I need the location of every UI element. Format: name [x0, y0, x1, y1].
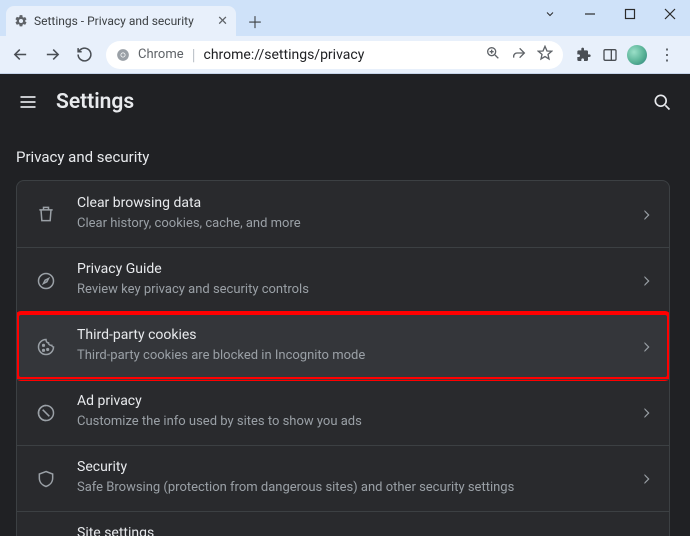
side-panel-icon[interactable] [601, 46, 619, 64]
row-ad-privacy[interactable]: Ad privacy Customize the info used by si… [17, 379, 669, 445]
profile-avatar[interactable] [627, 45, 647, 65]
tab-title: Settings - Privacy and security [34, 14, 211, 28]
privacy-card: Clear browsing data Clear history, cooki… [16, 180, 670, 536]
page-content: Settings Privacy and security Clear brow… [0, 74, 690, 536]
divider: | [192, 45, 196, 64]
address-bar[interactable]: Chrome | chrome://settings/privacy [106, 41, 563, 69]
back-button[interactable] [6, 41, 34, 69]
shield-icon [35, 468, 57, 490]
row-title: Ad privacy [77, 393, 623, 409]
close-icon[interactable]: ✕ [217, 15, 228, 28]
chevron-right-icon [643, 337, 651, 356]
trash-icon [35, 203, 57, 225]
row-title: Privacy Guide [77, 261, 623, 277]
maximize-button[interactable] [610, 0, 650, 28]
row-subtitle: Clear history, cookies, cache, and more [77, 215, 623, 234]
window-titlebar: Settings - Privacy and security ✕ ＋ [0, 0, 690, 36]
extensions-icon[interactable] [575, 46, 593, 64]
new-tab-button[interactable]: ＋ [242, 8, 268, 34]
chevron-down-icon[interactable] [530, 0, 570, 28]
row-title: Security [77, 459, 623, 475]
browser-toolbar: Chrome | chrome://settings/privacy ⋮ [0, 36, 690, 74]
row-subtitle: Customize the info used by sites to show… [77, 413, 623, 432]
row-title: Third-party cookies [77, 327, 623, 343]
row-privacy-guide[interactable]: Privacy Guide Review key privacy and sec… [17, 247, 669, 313]
forward-button[interactable] [38, 41, 66, 69]
row-clear-browsing-data[interactable]: Clear browsing data Clear history, cooki… [17, 181, 669, 247]
cookie-icon [35, 336, 57, 358]
row-security[interactable]: Security Safe Browsing (protection from … [17, 445, 669, 511]
omnibox-url: chrome://settings/privacy [204, 47, 477, 63]
compass-icon [35, 270, 57, 292]
browser-tab[interactable]: Settings - Privacy and security ✕ [6, 6, 236, 36]
gear-icon [14, 14, 28, 28]
row-site-settings[interactable]: Site settings Controls what information … [17, 511, 669, 536]
row-title: Site settings [77, 525, 623, 536]
section-title: Privacy and security [0, 130, 686, 180]
omnibox-chip: Chrome [138, 47, 184, 62]
zoom-icon[interactable] [485, 45, 501, 65]
chevron-right-icon [643, 469, 651, 488]
settings-appbar: Settings [0, 74, 690, 130]
row-third-party-cookies[interactable]: Third-party cookies Third-party cookies … [17, 313, 669, 379]
app-title: Settings [56, 90, 134, 114]
kebab-menu-icon[interactable]: ⋮ [655, 45, 680, 64]
chevron-right-icon [643, 205, 651, 224]
minimize-button[interactable] [570, 0, 610, 28]
close-window-button[interactable] [650, 0, 690, 28]
share-icon[interactable] [511, 45, 527, 65]
row-subtitle: Review key privacy and security controls [77, 281, 623, 300]
row-title: Clear browsing data [77, 195, 623, 211]
settings-scroll[interactable]: Privacy and security Clear browsing data… [0, 130, 690, 536]
hamburger-icon[interactable] [16, 90, 40, 114]
bookmark-icon[interactable] [537, 45, 553, 65]
chevron-right-icon [643, 403, 651, 422]
reload-button[interactable] [70, 41, 98, 69]
search-icon[interactable] [650, 90, 674, 114]
window-controls [530, 0, 690, 36]
ad-icon [35, 402, 57, 424]
chevron-right-icon [643, 271, 651, 290]
row-subtitle: Safe Browsing (protection from dangerous… [77, 479, 623, 498]
chrome-icon [116, 48, 130, 62]
row-subtitle: Third-party cookies are blocked in Incog… [77, 347, 623, 366]
